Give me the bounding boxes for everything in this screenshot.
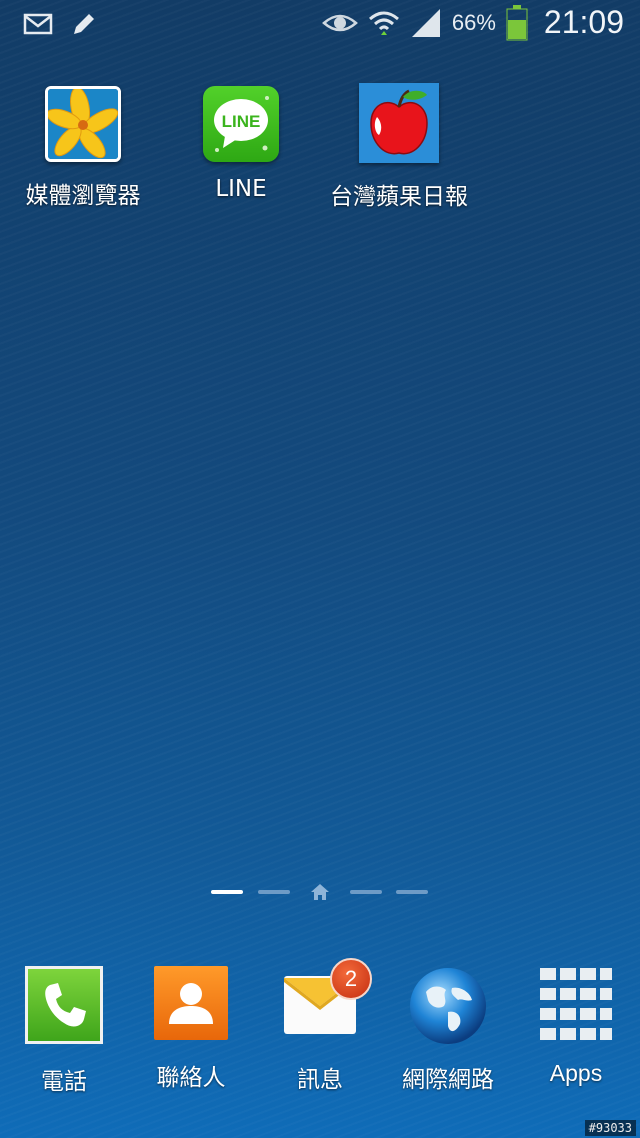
page-indicator[interactable]: [0, 882, 640, 902]
app-label: 台灣蘋果日報: [330, 184, 468, 210]
dock-label: 電話: [41, 1069, 87, 1095]
dock-phone[interactable]: 電話: [0, 966, 128, 1096]
battery-percent: 66%: [451, 9, 496, 35]
watermark: #93033: [584, 1120, 636, 1136]
pencil-icon: [74, 14, 94, 34]
dock-label: 網際網路: [402, 1067, 494, 1093]
page-dot-1[interactable]: [211, 890, 243, 894]
dock-label: 訊息: [297, 1067, 343, 1093]
apple-daily-icon: [359, 83, 439, 163]
eye-icon: [321, 14, 358, 31]
globe-icon: [408, 966, 488, 1046]
app-apple-daily[interactable]: 台灣蘋果日報: [319, 83, 479, 211]
apps-grid-icon: [538, 966, 614, 1042]
messages-badge: 2: [330, 958, 372, 1000]
mail-icon: [23, 13, 53, 35]
home-page-icon[interactable]: [310, 882, 330, 902]
gallery-icon: [45, 86, 121, 162]
messages-icon: 2: [282, 958, 372, 1042]
status-bar: 66% 21:09: [0, 0, 640, 48]
line-icon: LINE: [203, 86, 279, 162]
battery-icon: [506, 4, 528, 40]
dock-internet[interactable]: 網際網路: [384, 966, 512, 1094]
page-dot-4[interactable]: [350, 890, 382, 894]
signal-icon: [411, 8, 440, 37]
app-media-browser[interactable]: 媒體瀏覽器: [3, 86, 163, 210]
dock-label: Apps: [549, 1060, 603, 1086]
app-label: 媒體瀏覽器: [25, 183, 141, 209]
dock-apps[interactable]: Apps: [512, 966, 640, 1087]
dock-messages[interactable]: 2 訊息: [256, 958, 384, 1094]
clock: 21:09: [543, 4, 624, 40]
contacts-icon: [154, 966, 228, 1040]
dock-contacts[interactable]: 聯絡人: [127, 966, 255, 1092]
app-label: LINE: [215, 176, 267, 202]
dock-label: 聯絡人: [156, 1065, 226, 1091]
wifi-icon: [368, 11, 399, 35]
app-line[interactable]: LINE LINE: [161, 86, 321, 202]
page-dot-5[interactable]: [396, 890, 428, 894]
line-tile-text: LINE: [222, 112, 261, 131]
page-dot-2[interactable]: [258, 890, 290, 894]
phone-icon: [25, 966, 103, 1044]
